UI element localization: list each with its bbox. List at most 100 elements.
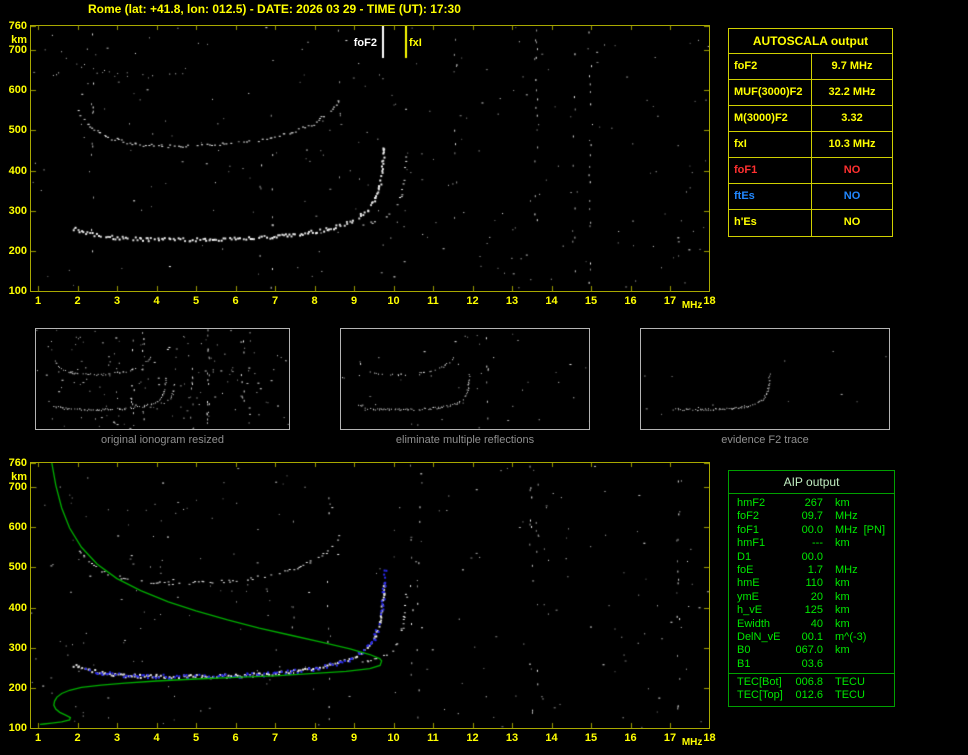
aip-value: 067.0: [795, 644, 823, 657]
x-tick-label: 9: [350, 732, 358, 744]
aip-unit: km: [835, 644, 850, 657]
aip-label: B0: [737, 644, 751, 657]
aip-label: hmE: [737, 577, 760, 590]
y-tick-label: 300: [8, 641, 27, 654]
x-tick-label: 8: [311, 732, 318, 744]
x-tick-label: 12: [466, 295, 479, 307]
autoscala-row: foF1 NO: [729, 158, 892, 184]
fxI-marker-label: fxI: [409, 37, 422, 49]
aip-unit: MHz: [835, 563, 858, 576]
aip-unit: km: [835, 590, 850, 603]
y-tick-label: 600: [8, 521, 27, 534]
autoscala-param-value: NO: [843, 190, 861, 202]
x-tick-label: 4: [153, 732, 160, 744]
autoscala-row: MUF(3000)F2 32.2 MHz: [729, 80, 892, 106]
autoscala-param-value: 10.3 MHz: [828, 138, 876, 150]
x-tick-label: 16: [624, 295, 637, 307]
x-tick-label: 2: [74, 732, 81, 744]
aip-row: ymE 20 km: [729, 591, 894, 604]
aip-label: foE: [737, 563, 754, 576]
x-tick-label: 6: [232, 295, 239, 307]
panel-caption-original: original ionogram resized: [101, 434, 224, 446]
x-tick-label: 5: [192, 732, 200, 744]
autoscala-param-label: MUF(3000)F2: [729, 80, 812, 105]
aip-label: ymE: [737, 590, 759, 603]
x-tick-label: 11: [427, 295, 439, 307]
aip-row: B0 067.0 km: [729, 644, 894, 657]
panel-original-ionogram: [35, 328, 290, 430]
autoscala-param-value: NO: [843, 164, 861, 176]
aip-label: D1: [737, 550, 752, 563]
y-tick-label: 760: [8, 457, 27, 469]
autoscala-param-label: ftEs: [729, 184, 812, 209]
y-tick-label: 400: [8, 601, 27, 614]
autoscala-param-label: fxI: [729, 132, 812, 157]
autoscala-param-label: M(3000)F2: [729, 106, 812, 131]
aip-value: 110: [805, 577, 823, 590]
x-axis-unit: MHz: [681, 300, 703, 311]
x-axis-unit: MHz: [681, 737, 703, 748]
aip-row: DelN_vE 00.1 m^(-3): [729, 631, 894, 644]
panel-caption-evidence: evidence F2 trace: [721, 434, 809, 446]
x-tick-label: 10: [387, 295, 400, 307]
aip-value: 006.8: [795, 676, 823, 689]
aip-unit: TECU: [835, 676, 865, 689]
autoscala-table-rows: foF2 9.7 MHz MUF(3000)F2 32.2 MHz M(3000)F2 3…: [729, 54, 892, 236]
top-ionogram-canvas: [30, 25, 710, 292]
aip-value: 20: [810, 590, 823, 603]
aip-label: B1: [737, 657, 751, 670]
aip-row: hmF2 267 km: [729, 497, 894, 510]
aip-label: foF2: [737, 510, 760, 523]
aip-value: 267: [804, 497, 823, 509]
x-tick-label: 12: [466, 732, 479, 744]
y-axis-unit: km: [11, 34, 27, 46]
autoscala-param-value: NO: [843, 216, 861, 228]
x-tick-label: 7: [271, 732, 279, 744]
aip-unit: m^(-3): [835, 630, 867, 643]
aip-row: hmF1 --- km: [729, 537, 894, 550]
aip-row: foE 1.7 MHz: [729, 564, 894, 577]
aip-value: 03.6: [801, 657, 823, 670]
aip-table-title: AIP output: [729, 471, 894, 494]
aip-row: TEC[Top] 012.6 TECU: [729, 689, 894, 702]
y-tick-label: 200: [8, 244, 27, 257]
bottom-ionogram-canvas: [30, 462, 710, 729]
aip-row: TEC[Bot] 006.8 TECU: [729, 676, 894, 689]
aip-value: 09.7: [801, 510, 823, 523]
foF2-marker-label: foF2: [353, 37, 377, 49]
x-tick-label: 14: [545, 295, 558, 307]
aip-row: B1 03.6: [729, 658, 894, 671]
aip-row: D1 00.0: [729, 551, 894, 564]
panel-evidence-f2-trace: [640, 328, 890, 430]
autoscala-row: fxI 10.3 MHz: [729, 132, 892, 158]
aip-value: 1.7: [807, 563, 823, 576]
aip-label: Ewidth: [737, 617, 771, 630]
y-tick-label: 400: [8, 164, 27, 177]
aip-label: DelN_vE: [737, 630, 781, 643]
aip-row: foF1 00.0 MHz [PN]: [729, 524, 894, 537]
x-tick-label: 13: [505, 295, 519, 307]
panel-eliminate-reflections: [340, 328, 590, 430]
x-tick-label: 3: [113, 732, 121, 744]
aip-unit: km: [835, 497, 850, 509]
x-tick-label: 14: [545, 732, 558, 744]
y-tick-label: 100: [8, 722, 27, 734]
autoscala-param-label: foF2: [729, 54, 812, 79]
panel-caption-eliminate: eliminate multiple reflections: [395, 434, 535, 446]
x-tick-label: 10: [387, 732, 400, 744]
autoscala-param-label: foF1: [729, 158, 812, 183]
x-tick-label: 9: [350, 295, 358, 307]
aip-label: hmF2: [737, 497, 766, 509]
autoscala-param-value: 3.32: [841, 112, 863, 124]
aip-label: h_vE: [737, 604, 763, 617]
x-tick-label: 1: [34, 295, 42, 307]
y-tick-label: 300: [8, 204, 27, 217]
aip-label: TEC[Top]: [737, 689, 783, 702]
y-tick-label: 600: [8, 84, 27, 97]
aip-label: TEC[Bot]: [737, 676, 782, 689]
aip-unit: MHz: [835, 523, 858, 536]
y-tick-label: 100: [8, 285, 27, 297]
aip-value: 00.0: [801, 523, 823, 536]
aip-table-rows: hmF2 267 km foF2 09.7 MHz foF1 00.0 MHz [PN] hmF1 -…: [729, 494, 894, 673]
autoscala-row: h'Es NO: [729, 210, 892, 236]
